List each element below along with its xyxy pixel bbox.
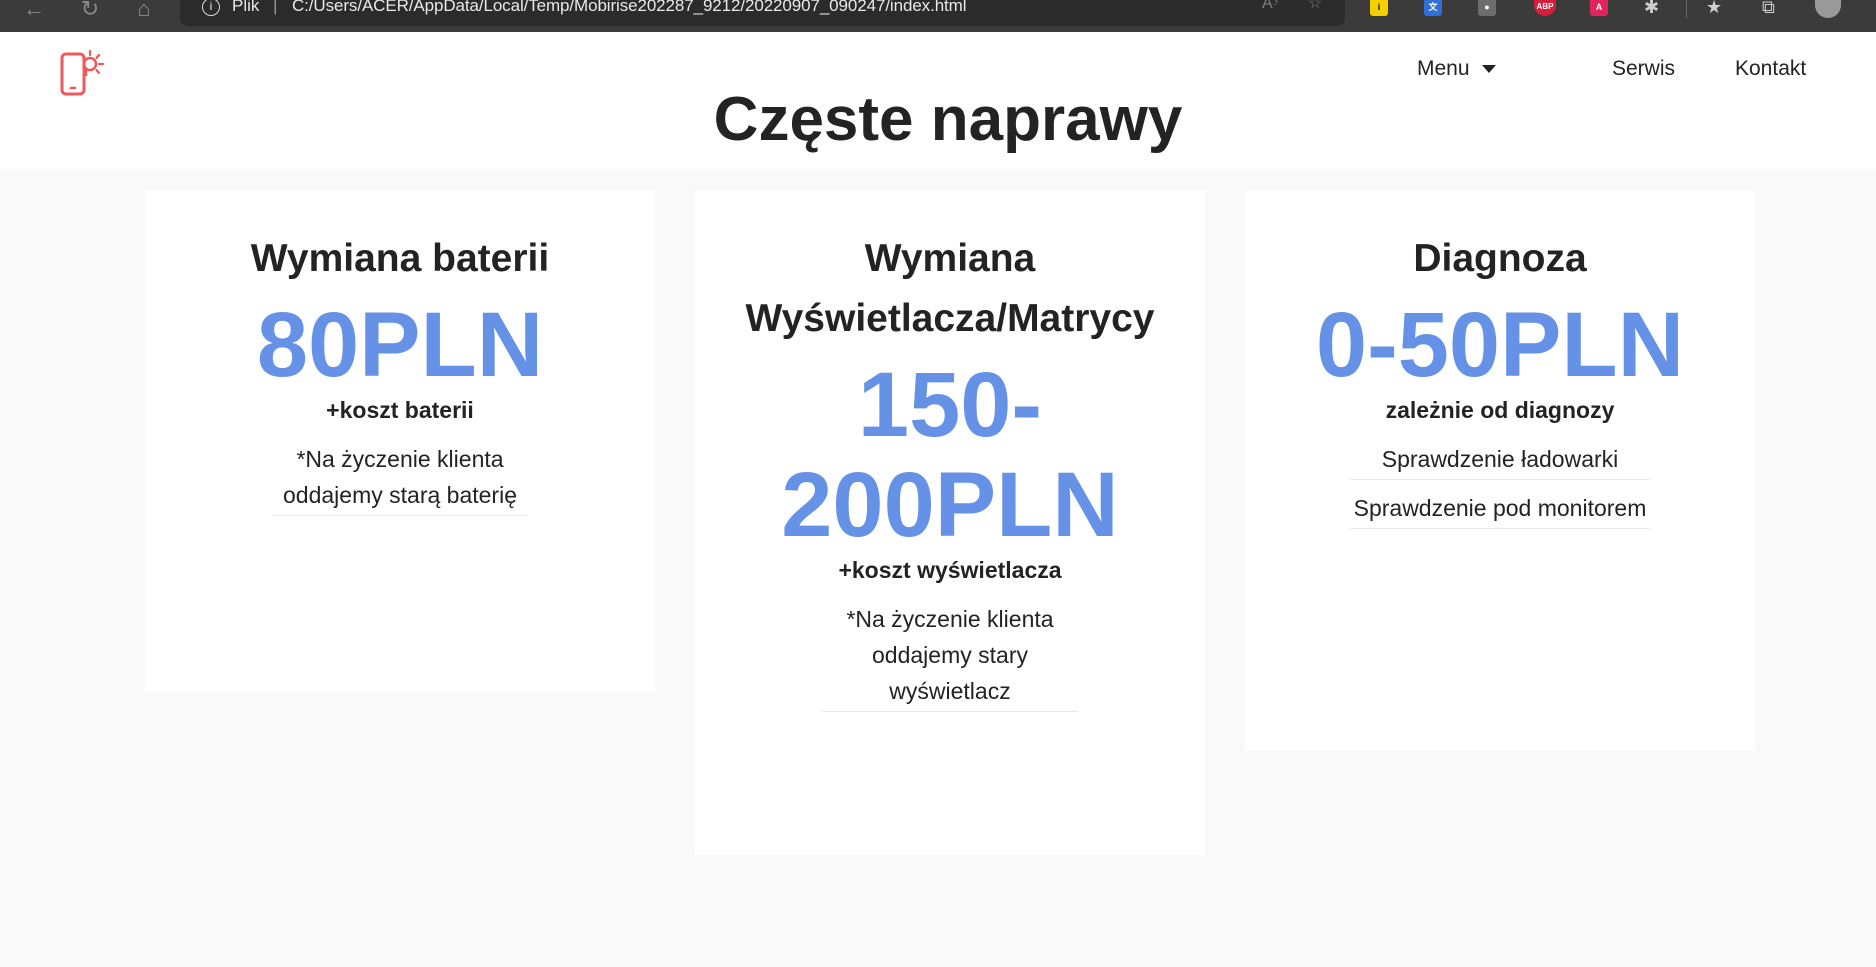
toolbar-divider — [1686, 0, 1687, 18]
caret-down-icon — [1481, 65, 1496, 73]
phone-repair-logo-icon[interactable] — [58, 48, 112, 98]
card-feature-item: Sprawdzenie pod monitorem — [1350, 490, 1650, 529]
address-scheme-label: Plik — [232, 0, 260, 15]
translate-icon[interactable]: 文 — [1424, 0, 1442, 16]
add-favorite-icon[interactable]: ☆ — [1308, 0, 1322, 12]
card-price: 0-50PLN — [1315, 294, 1685, 396]
adblock-icon[interactable]: ABP — [1534, 0, 1556, 16]
pricing-card-battery: Wymiana baterii 80PLN +koszt baterii *Na… — [145, 190, 655, 692]
card-title: Wymiana Wyświetlacza/Matrycy — [745, 237, 1155, 340]
home-icon[interactable]: ⌂ — [130, 0, 158, 24]
nav-link-kontakt[interactable]: Kontakt — [1735, 57, 1806, 81]
ext-pink-icon[interactable]: A — [1590, 0, 1608, 16]
card-feature-item: *Na życzenie klienta oddajemy stary wyśw… — [822, 601, 1078, 712]
ext-i-icon[interactable]: i — [1370, 0, 1388, 16]
back-icon[interactable]: ← — [20, 0, 48, 24]
nav-menu-label: Menu — [1417, 57, 1470, 80]
nav-link-serwis[interactable]: Serwis — [1612, 57, 1675, 81]
nav-menu-dropdown[interactable]: Menu — [1417, 57, 1496, 81]
card-feature-item: Sprawdzenie ładowarki — [1350, 441, 1650, 480]
pricing-card-display: Wymiana Wyświetlacza/Matrycy 150-200PLN … — [695, 190, 1205, 855]
card-subtitle: zależnie od diagnozy — [1385, 397, 1615, 423]
ext-bulb-icon[interactable]: ● — [1478, 0, 1496, 16]
pricing-card-diagnosis: Diagnoza 0-50PLN zależnie od diagnozy Sp… — [1245, 190, 1755, 750]
refresh-icon[interactable]: ↻ — [76, 0, 104, 24]
extensions-puzzle-icon[interactable]: ✱ — [1644, 0, 1659, 18]
card-subtitle: +koszt baterii — [326, 397, 474, 423]
info-icon[interactable]: i — [202, 0, 220, 16]
card-feature-item: *Na życzenie klienta oddajemy starą bate… — [272, 441, 528, 516]
profile-avatar[interactable] — [1815, 0, 1841, 18]
card-subtitle: +koszt wyświetlacza — [838, 557, 1062, 583]
section-title: Częste naprawy — [713, 85, 1183, 154]
address-bar[interactable]: i Plik | C:/Users/ACER/AppData/Local/Tem… — [180, 0, 1345, 26]
page-header: Częste naprawy Menu Serwis Kontakt — [0, 32, 1876, 169]
favorites-icon[interactable]: ★ — [1706, 0, 1722, 18]
card-price: 80PLN — [256, 294, 544, 396]
collections-icon[interactable]: ⧉ — [1762, 0, 1775, 18]
card-title: Diagnoza — [1413, 237, 1587, 280]
address-separator: | — [273, 0, 278, 15]
read-aloud-icon[interactable]: A⁳ — [1262, 0, 1278, 12]
address-url[interactable]: C:/Users/ACER/AppData/Local/Temp/Mobiris… — [292, 0, 967, 14]
card-title: Wymiana baterii — [250, 237, 550, 280]
card-price: 150-200PLN — [781, 354, 1119, 556]
browser-toolbar: ← ↻ ⌂ i Plik | C:/Users/ACER/AppData/Loc… — [0, 0, 1876, 32]
